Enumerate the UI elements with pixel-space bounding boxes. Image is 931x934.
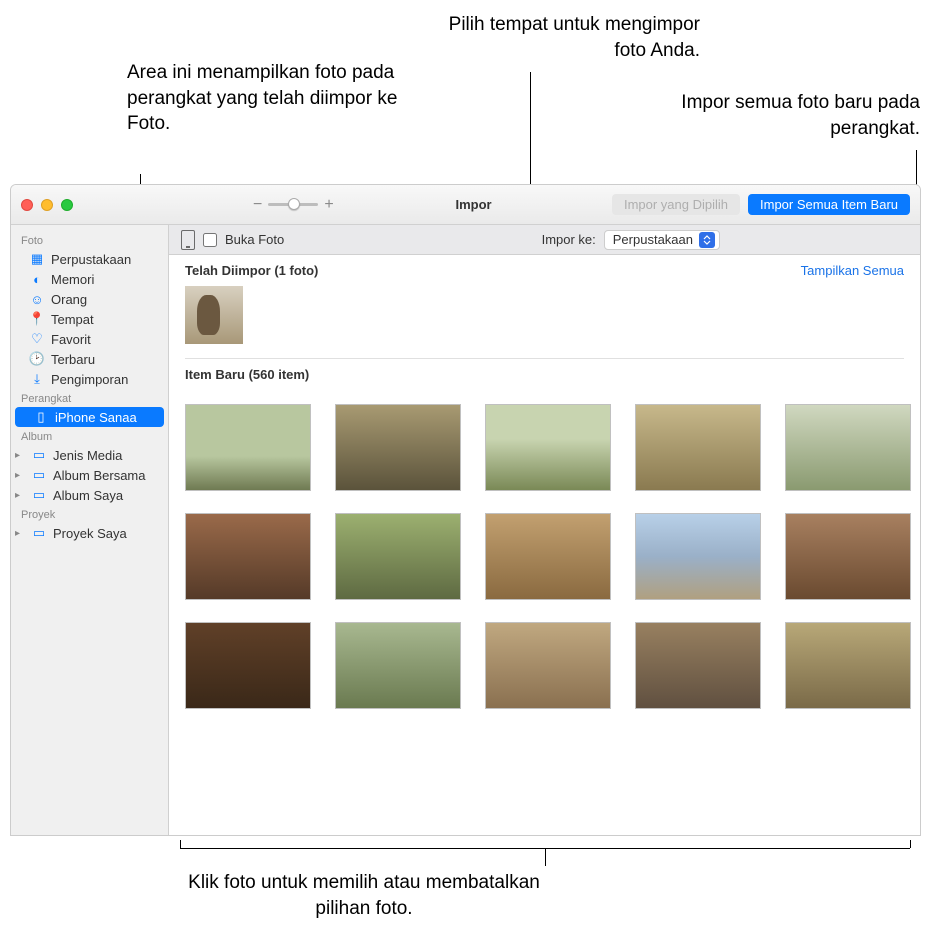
sidebar-item-label: Album Saya xyxy=(53,488,123,503)
sidebar-section-perangkat: Perangkat xyxy=(11,389,168,407)
photo-thumbnail[interactable] xyxy=(635,513,761,600)
photo-thumbnail[interactable] xyxy=(185,622,311,709)
photo-thumbnail[interactable] xyxy=(335,513,461,600)
heart-icon: ♡ xyxy=(29,331,45,347)
callout-imported-area: Area ini menampilkan foto pada perangkat… xyxy=(127,60,407,137)
sidebar-item-label: Album Bersama xyxy=(53,468,145,483)
content-area: Buka Foto Impor ke: Perpustakaan Telah D… xyxy=(169,225,920,835)
photo-thumbnail[interactable] xyxy=(485,622,611,709)
import-to-value: Perpustakaan xyxy=(613,232,693,247)
sidebar-item-jenis-media[interactable]: ▸ ▭ Jenis Media xyxy=(11,445,168,465)
phone-icon: ▯ xyxy=(33,409,49,425)
sidebar-item-memori[interactable]: ◐ Memori xyxy=(11,269,168,289)
already-imported-section: Telah Diimpor (1 foto) Tampilkan Semua xyxy=(169,255,920,358)
sidebar-item-label: Favorit xyxy=(51,332,91,347)
sidebar-item-label: Tempat xyxy=(51,312,94,327)
recent-icon: 🕑 xyxy=(29,351,45,367)
sidebar-item-orang[interactable]: ☺ Orang xyxy=(11,289,168,309)
sidebar-section-album: Album xyxy=(11,427,168,445)
sidebar-item-label: Memori xyxy=(51,272,94,287)
chevron-right-icon: ▸ xyxy=(15,470,25,481)
sidebar-item-label: Proyek Saya xyxy=(53,526,127,541)
sidebar-item-tempat[interactable]: 📍 Tempat xyxy=(11,309,168,329)
close-button[interactable] xyxy=(21,199,33,211)
sidebar-section-proyek: Proyek xyxy=(11,505,168,523)
photo-thumbnail[interactable] xyxy=(635,404,761,491)
import-toolbar: Buka Foto Impor ke: Perpustakaan xyxy=(169,225,920,255)
photo-thumbnail[interactable] xyxy=(335,622,461,709)
stack-icon: ▭ xyxy=(31,467,47,483)
people-icon: ☺ xyxy=(29,291,45,307)
callout-click-select: Klik foto untuk memilih atau membatalkan… xyxy=(174,870,554,921)
import-icon: ⤓ xyxy=(29,371,45,387)
import-to-label: Impor ke: xyxy=(542,232,596,247)
already-imported-label: Telah Diimpor (1 foto) xyxy=(185,263,318,278)
library-icon: ▦ xyxy=(29,251,45,267)
callout-import-all: Impor semua foto baru pada perangkat. xyxy=(640,90,920,141)
sidebar-item-label: iPhone Sanaa xyxy=(55,410,137,425)
photo-thumbnail[interactable] xyxy=(485,513,611,600)
sidebar-item-label: Pengimporan xyxy=(51,372,128,387)
sidebar-item-proyek-saya[interactable]: ▸ ▭ Proyek Saya xyxy=(11,523,168,543)
open-photos-checkbox[interactable] xyxy=(203,233,217,247)
photo-thumbnail[interactable] xyxy=(185,513,311,600)
app-window: − + Impor Impor yang Dipilih Impor Semua… xyxy=(10,184,921,836)
stack-icon: ▭ xyxy=(31,447,47,463)
zoom-slider[interactable] xyxy=(268,203,318,206)
chevron-updown-icon xyxy=(699,232,715,248)
show-all-link[interactable]: Tampilkan Semua xyxy=(801,263,904,278)
minimize-button[interactable] xyxy=(41,199,53,211)
new-items-label: Item Baru (560 item) xyxy=(185,367,309,382)
sidebar-item-perpustakaan[interactable]: ▦ Perpustakaan xyxy=(11,249,168,269)
traffic-lights xyxy=(21,199,73,211)
maximize-button[interactable] xyxy=(61,199,73,211)
import-all-new-button[interactable]: Impor Semua Item Baru xyxy=(748,194,910,215)
sidebar-item-terbaru[interactable]: 🕑 Terbaru xyxy=(11,349,168,369)
sidebar-item-label: Perpustakaan xyxy=(51,252,131,267)
callout-line xyxy=(180,840,181,848)
sidebar: Foto ▦ Perpustakaan ◐ Memori ☺ Orang 📍 Tempa… xyxy=(11,225,169,835)
sidebar-item-label: Orang xyxy=(51,292,87,307)
places-icon: 📍 xyxy=(29,311,45,327)
sidebar-item-album-saya[interactable]: ▸ ▭ Album Saya xyxy=(11,485,168,505)
open-photos-label: Buka Foto xyxy=(225,232,284,247)
chevron-right-icon: ▸ xyxy=(15,450,25,461)
memories-icon: ◐ xyxy=(29,271,45,287)
chevron-right-icon: ▸ xyxy=(15,528,25,539)
chevron-right-icon: ▸ xyxy=(15,490,25,501)
sidebar-item-device[interactable]: ▯ iPhone Sanaa xyxy=(15,407,164,427)
photo-thumbnail[interactable] xyxy=(785,513,911,600)
photo-thumbnail[interactable] xyxy=(635,622,761,709)
imported-thumbnail[interactable] xyxy=(185,286,243,344)
photo-thumbnail[interactable] xyxy=(185,404,311,491)
callout-import-dest: Pilih tempat untuk mengimpor foto Anda. xyxy=(440,12,700,63)
sidebar-item-label: Jenis Media xyxy=(53,448,122,463)
window-title: Impor xyxy=(456,197,492,212)
zoom-control: − + xyxy=(253,196,334,214)
photo-thumbnail[interactable] xyxy=(785,622,911,709)
photo-thumbnail[interactable] xyxy=(335,404,461,491)
zoom-in-icon[interactable]: + xyxy=(324,196,333,214)
callout-line xyxy=(916,150,917,185)
sidebar-section-foto: Foto xyxy=(11,231,168,249)
sidebar-item-favorit[interactable]: ♡ Favorit xyxy=(11,329,168,349)
photo-grid xyxy=(169,394,920,709)
callout-line xyxy=(910,840,911,848)
sidebar-item-pengimporan[interactable]: ⤓ Pengimporan xyxy=(11,369,168,389)
callout-line xyxy=(545,848,546,866)
zoom-thumb[interactable] xyxy=(288,198,300,210)
import-to-select[interactable]: Perpustakaan xyxy=(604,230,720,250)
folder-icon: ▭ xyxy=(31,525,47,541)
photo-thumbnail[interactable] xyxy=(785,404,911,491)
stack-icon: ▭ xyxy=(31,487,47,503)
device-icon xyxy=(181,230,195,250)
zoom-out-icon[interactable]: − xyxy=(253,196,262,214)
new-items-section: Item Baru (560 item) xyxy=(169,359,920,394)
sidebar-item-album-bersama[interactable]: ▸ ▭ Album Bersama xyxy=(11,465,168,485)
sidebar-item-label: Terbaru xyxy=(51,352,95,367)
photo-thumbnail[interactable] xyxy=(485,404,611,491)
titlebar: − + Impor Impor yang Dipilih Impor Semua… xyxy=(11,185,920,225)
import-selected-button[interactable]: Impor yang Dipilih xyxy=(612,194,740,215)
